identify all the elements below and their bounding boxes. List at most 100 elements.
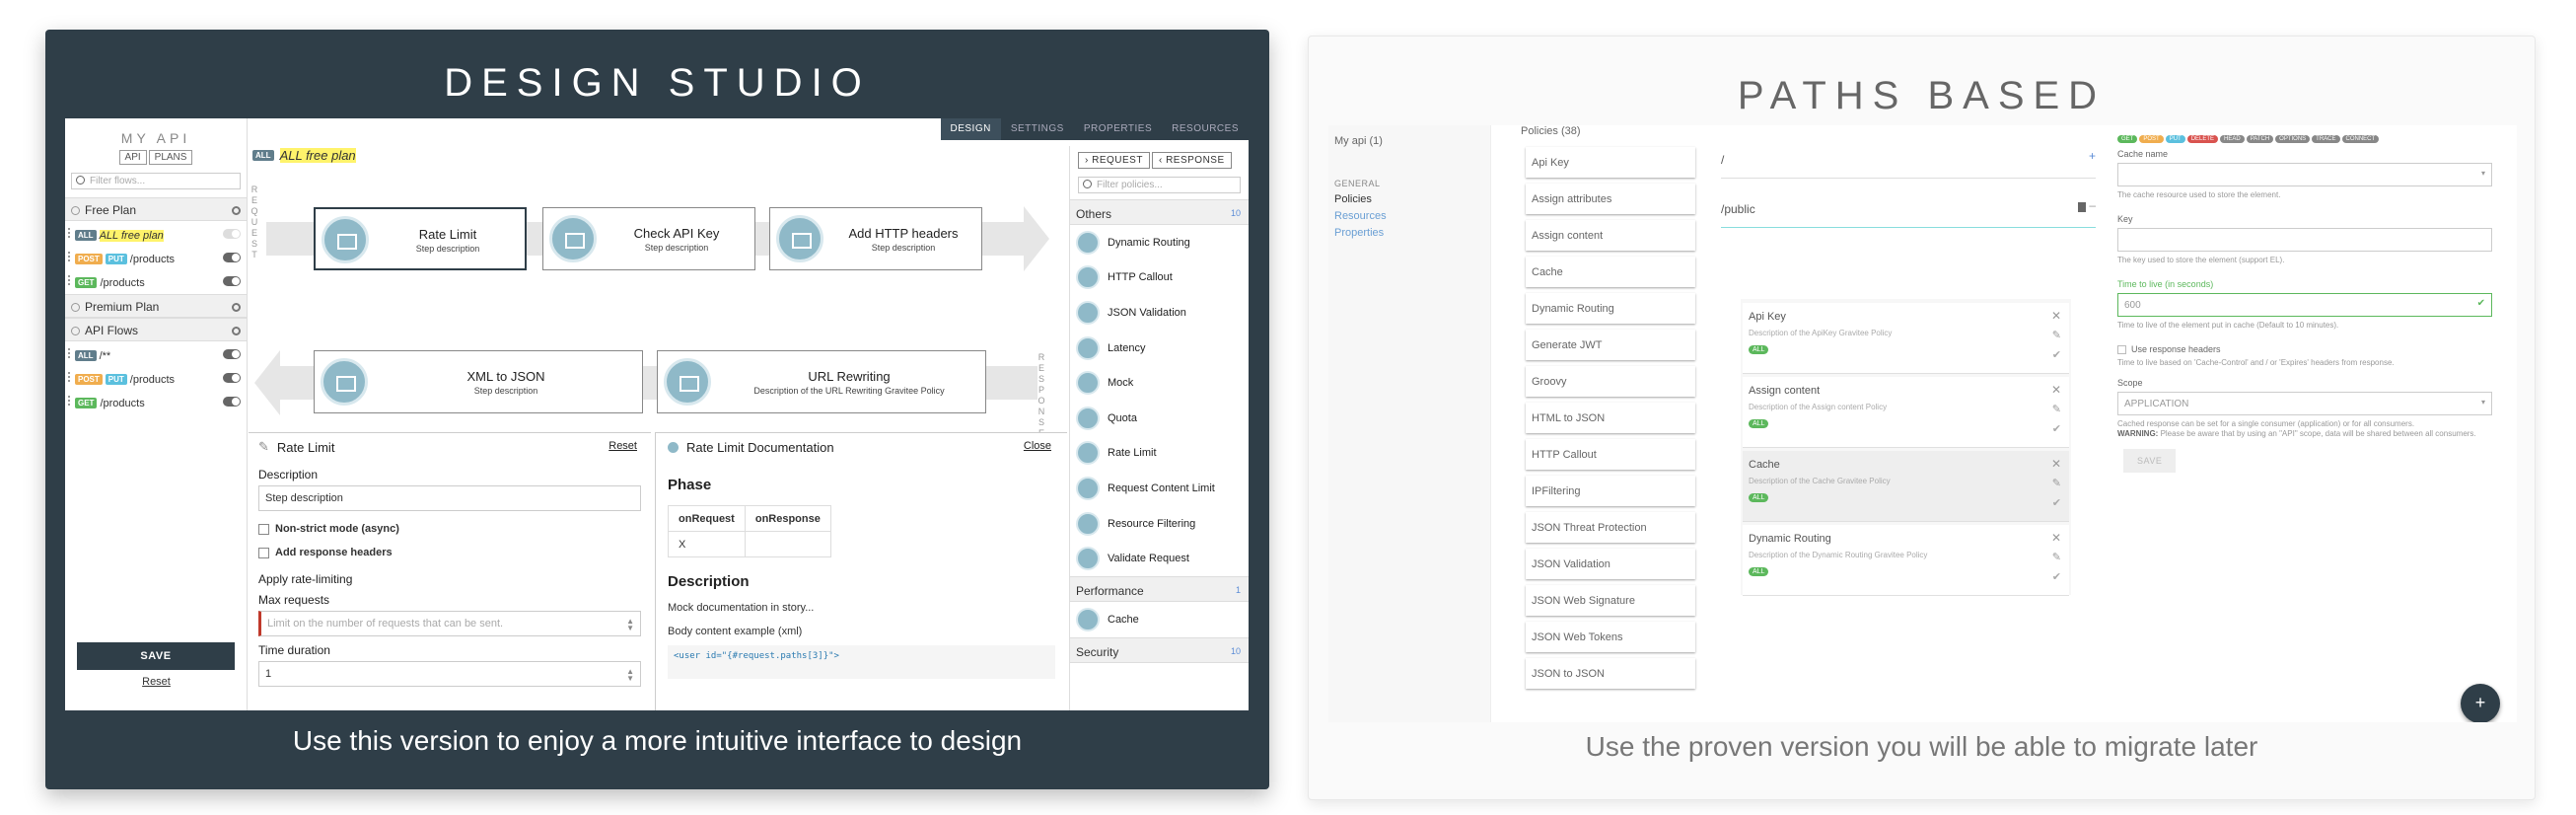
plan-radio-icon[interactable] — [232, 206, 241, 215]
category-performance[interactable]: Performance 1 — [1070, 575, 1249, 602]
response-headers-checkbox[interactable]: Add response headers — [258, 547, 641, 558]
nav-item-properties[interactable]: Properties — [1334, 227, 1484, 239]
plan-radio-icon[interactable] — [232, 327, 241, 335]
tab-design[interactable]: DESIGN — [940, 118, 1001, 140]
cache-name-select[interactable]: ▾ — [2117, 163, 2492, 186]
flow-item[interactable]: ALL ALL free plan — [65, 221, 247, 245]
tab-properties[interactable]: PROPERTIES — [1074, 118, 1162, 140]
policy-card[interactable]: Cache — [1526, 257, 1695, 287]
config-reset-link[interactable]: Reset — [608, 440, 637, 452]
nav-item-resources[interactable]: Resources — [1334, 210, 1484, 222]
save-button[interactable]: SAVE — [77, 642, 235, 670]
key-input[interactable] — [2117, 228, 2492, 252]
add-button[interactable]: + — [2461, 684, 2500, 722]
policy-card[interactable]: JSON Web Tokens — [1526, 622, 1695, 652]
drag-handle-icon[interactable] — [68, 348, 70, 358]
policy-item[interactable]: Request Content Limit — [1070, 471, 1249, 506]
drag-handle-icon[interactable] — [68, 228, 70, 238]
policy-item[interactable]: Mock — [1070, 365, 1249, 401]
scope-select[interactable]: APPLICATION ▾ — [2117, 392, 2492, 415]
policy-item[interactable]: Cache — [1070, 602, 1249, 637]
policy-card[interactable]: Api Key — [1526, 147, 1695, 178]
policy-card[interactable]: JSON Validation — [1526, 549, 1695, 579]
flow-item[interactable]: ALL /** — [65, 341, 247, 365]
policy-card[interactable]: Generate JWT — [1526, 330, 1695, 360]
check-icon[interactable]: ✔ — [2052, 348, 2061, 361]
nav-item-policies[interactable]: Policies — [1334, 193, 1484, 205]
policy-card[interactable]: IPFiltering — [1526, 476, 1695, 506]
category-others[interactable]: Others 10 — [1070, 199, 1249, 225]
save-button[interactable]: SAVE — [2123, 449, 2177, 473]
paths-based-card[interactable]: PATHS BASED My api (1) GENERAL Policies … — [1308, 36, 2536, 800]
close-icon[interactable]: ✕ — [2051, 457, 2061, 471]
method-badge[interactable]: POST — [2139, 135, 2164, 143]
policy-item[interactable]: Resource Filtering — [1070, 506, 1249, 542]
plan-free[interactable]: Free Plan — [65, 197, 247, 221]
time-duration-input[interactable]: 1 ▲ ▼ — [258, 661, 641, 687]
trash-icon[interactable] — [2078, 202, 2086, 212]
response-button[interactable]: ‹ RESPONSE — [1151, 152, 1232, 169]
flow-toggle[interactable] — [223, 373, 241, 383]
path-policy-item[interactable]: Cache Description of the Cache Gravitee P… — [1743, 451, 2069, 522]
policy-card[interactable]: Groovy — [1526, 366, 1695, 397]
stepper-icon[interactable]: ▲ ▼ — [626, 618, 634, 632]
policy-card[interactable]: Dynamic Routing — [1526, 293, 1695, 324]
use-response-headers-checkbox[interactable]: Use response headers — [2117, 344, 2492, 354]
method-badge[interactable]: CONNECT — [2341, 135, 2380, 143]
check-icon[interactable]: ✔ — [2052, 496, 2061, 509]
pencil-icon[interactable]: ✎ — [2052, 477, 2061, 489]
method-badge[interactable]: GET — [2117, 135, 2138, 143]
step-check-api-key[interactable]: Check API Key Step description — [542, 207, 755, 270]
tab-settings[interactable]: SETTINGS — [1001, 118, 1074, 140]
max-requests-input[interactable]: Limit on the number of requests that can… — [258, 611, 641, 636]
plan-premium[interactable]: Premium Plan — [65, 294, 247, 318]
flow-item[interactable]: POST PUT /products — [65, 245, 247, 268]
step-url-rewriting[interactable]: URL Rewriting Description of the URL Rew… — [657, 350, 986, 413]
path-policy-item[interactable]: Api Key Description of the ApiKey Gravite… — [1743, 303, 2069, 374]
check-icon[interactable]: ✔ — [2052, 570, 2061, 583]
method-badge[interactable]: TRACE — [2312, 135, 2340, 143]
method-badge[interactable]: PATCH — [2246, 135, 2274, 143]
drag-handle-icon[interactable] — [68, 372, 70, 382]
plan-radio-icon[interactable] — [232, 303, 241, 312]
method-badge[interactable]: OPTIONS — [2275, 135, 2311, 143]
filter-policies-input[interactable]: Filter policies... — [1078, 177, 1241, 193]
policy-item[interactable]: JSON Validation — [1070, 295, 1249, 331]
flow-toggle[interactable] — [223, 276, 241, 286]
path-row[interactable]: /public – — [1721, 188, 2096, 228]
close-icon[interactable]: ✕ — [2051, 383, 2061, 397]
flow-item[interactable]: POST PUT /products — [65, 365, 247, 389]
nonstrict-checkbox[interactable]: Non-strict mode (async) — [258, 523, 641, 535]
request-button[interactable]: › REQUEST — [1078, 152, 1150, 169]
step-add-http-headers[interactable]: Add HTTP headers Step description — [769, 207, 982, 270]
policy-item[interactable]: Quota — [1070, 401, 1249, 436]
api-name[interactable]: My api (1) — [1334, 135, 1484, 147]
description-input[interactable]: Step description — [258, 485, 641, 511]
drag-handle-icon[interactable] — [68, 252, 70, 261]
path-policy-item[interactable]: Assign content Description of the Assign … — [1743, 377, 2069, 448]
path-row[interactable]: / + — [1721, 139, 2096, 179]
remove-icon[interactable]: – — [2089, 198, 2096, 212]
flow-toggle[interactable] — [223, 397, 241, 407]
pencil-icon[interactable]: ✎ — [2052, 329, 2061, 341]
policy-card[interactable]: Assign attributes — [1526, 184, 1695, 214]
close-icon[interactable]: ✕ — [2051, 309, 2061, 323]
plans-button[interactable]: PLANS — [148, 150, 193, 165]
policy-card[interactable]: HTTP Callout — [1526, 439, 1695, 470]
path-policy-item[interactable]: Dynamic Routing Description of the Dynami… — [1743, 525, 2069, 596]
reset-link[interactable]: Reset — [65, 676, 248, 688]
policy-item[interactable]: Latency — [1070, 331, 1249, 366]
flow-toggle[interactable] — [223, 253, 241, 262]
flow-item[interactable]: GET /products — [65, 268, 247, 292]
method-badge[interactable]: PUT — [2165, 135, 2185, 143]
flow-toggle[interactable] — [223, 229, 241, 239]
flow-toggle[interactable] — [223, 349, 241, 359]
policy-card[interactable]: HTML to JSON — [1526, 403, 1695, 433]
step-rate-limit[interactable]: Rate Limit Step description — [314, 207, 527, 270]
add-icon[interactable]: + — [2089, 149, 2096, 163]
method-badge[interactable]: DELETE — [2186, 135, 2219, 143]
stepper-icon[interactable]: ▲ ▼ — [626, 668, 634, 683]
close-icon[interactable]: ✕ — [2051, 531, 2061, 545]
policy-item[interactable]: Dynamic Routing — [1070, 225, 1249, 260]
policy-card[interactable]: JSON Threat Protection — [1526, 512, 1695, 543]
